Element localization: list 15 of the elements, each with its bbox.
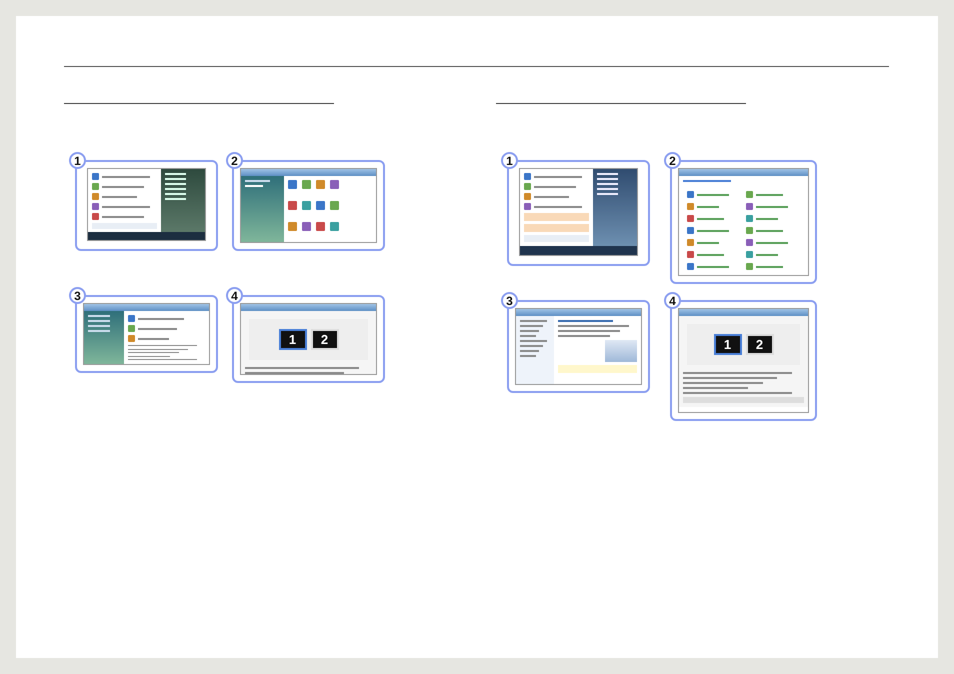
monitor-number: 1 — [714, 334, 742, 355]
menu-highlight — [524, 224, 589, 232]
step-number: 4 — [664, 292, 681, 309]
step-number: 4 — [226, 287, 243, 304]
step-number: 2 — [226, 152, 243, 169]
step-number: 3 — [501, 292, 518, 309]
step-number: 1 — [69, 152, 86, 169]
step-number: 3 — [69, 287, 86, 304]
step-number: 1 — [501, 152, 518, 169]
monitor-number: 2 — [746, 334, 774, 355]
monitor-number: 1 — [278, 329, 306, 350]
menu-highlight — [524, 213, 589, 221]
step-number: 2 — [664, 152, 681, 169]
monitor-number: 2 — [310, 329, 338, 350]
desktop-preview — [605, 340, 637, 362]
